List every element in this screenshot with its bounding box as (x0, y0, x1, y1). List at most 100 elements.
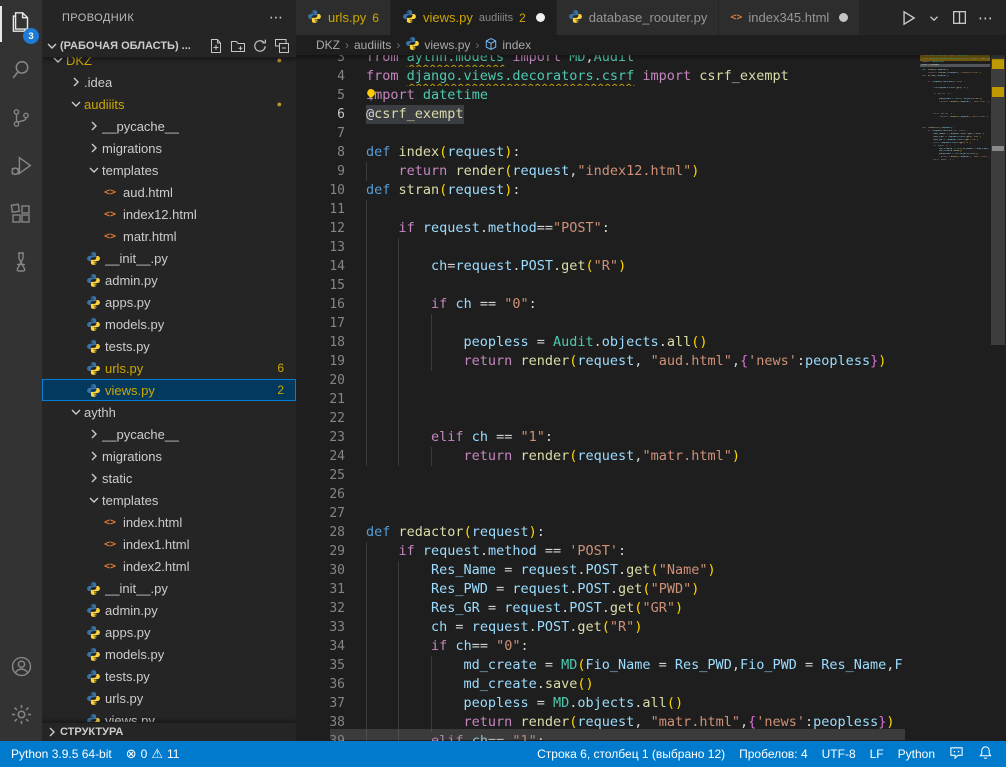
tree-item-templates[interactable]: templates (42, 489, 296, 511)
code-line-31[interactable]: 31 Res_PWD = request.POST.get("PWD") (296, 580, 920, 599)
status-cursor-position[interactable]: Строка 6, столбец 1 (выбрано 12) (530, 741, 732, 767)
code-line-37[interactable]: 37 peopless = MD.objects.all() (296, 694, 920, 713)
tree-item-admin.py[interactable]: admin.py (42, 269, 296, 291)
tree-item-views.py[interactable]: views.py (42, 709, 296, 722)
breadcrumb-item-index[interactable]: index (484, 37, 531, 54)
tree-item-.idea[interactable]: .idea (42, 71, 296, 93)
tree-item-__pycache__[interactable]: __pycache__ (42, 423, 296, 445)
code-line-3[interactable]: 3from aythh.models import MD,Audit (296, 55, 920, 67)
code-line-34[interactable]: 34 if ch== "0": (296, 637, 920, 656)
code-line-24[interactable]: 24 return render(request,"matr.html") (296, 447, 920, 466)
activity-testing[interactable] (0, 240, 42, 288)
code-line-14[interactable]: 14 ch=request.POST.get("R") (296, 257, 920, 276)
activity-search[interactable] (0, 48, 42, 96)
code-line-16[interactable]: 16 if ch == "0": (296, 295, 920, 314)
code-line-18[interactable]: 18 peopless = Audit.objects.all() (296, 333, 920, 352)
tree-item-__init__.py[interactable]: __init__.py (42, 247, 296, 269)
activity-settings[interactable] (0, 693, 42, 741)
code-line-35[interactable]: 35 md_create = MD(Fio_Name = Res_PWD,Fio… (296, 656, 920, 675)
code-line-17[interactable]: 17 (296, 314, 920, 333)
tree-item-static[interactable]: static (42, 467, 296, 489)
new-folder-icon[interactable] (230, 38, 246, 54)
code-line-30[interactable]: 30 Res_Name = request.POST.get("Name") (296, 561, 920, 580)
tree-item-urls.py[interactable]: urls.py (42, 687, 296, 709)
activity-run-debug[interactable] (0, 144, 42, 192)
breadcrumb-item-DKZ[interactable]: DKZ (316, 38, 340, 52)
tree-item-tests.py[interactable]: tests.py (42, 335, 296, 357)
tree-item-index.html[interactable]: <>index.html (42, 511, 296, 533)
more-actions-icon[interactable]: ⋯ (269, 9, 284, 26)
workspace-section-header[interactable]: (РАБОЧАЯ ОБЛАСТЬ) ... (42, 35, 296, 57)
code-line-26[interactable]: 26 (296, 485, 920, 504)
tree-item-__init__.py[interactable]: __init__.py (42, 577, 296, 599)
status-problems[interactable]: ⊗0⚠11 (119, 741, 187, 767)
code-line-36[interactable]: 36 md_create.save() (296, 675, 920, 694)
chevron-down-icon[interactable] (927, 11, 941, 25)
tree-item-urls.py[interactable]: urls.py6 (42, 357, 296, 379)
activity-source-control[interactable] (0, 96, 42, 144)
breadcrumb-item-views.py[interactable]: views.py (405, 36, 470, 54)
code-line-22[interactable]: 22 (296, 409, 920, 428)
tab-views.py[interactable]: views.pyaudiiits2 (391, 0, 557, 35)
code-line-6[interactable]: 6@csrf_exempt (296, 105, 920, 124)
code-line-25[interactable]: 25 (296, 466, 920, 485)
tree-item-audiiits[interactable]: audiiits● (42, 93, 296, 115)
code-line-20[interactable]: 20 (296, 371, 920, 390)
code-line-12[interactable]: 12 if request.method=="POST": (296, 219, 920, 238)
split-editor-icon[interactable] (951, 9, 968, 26)
scrollbar-thumb[interactable] (330, 729, 905, 740)
tree-item-migrations[interactable]: migrations (42, 445, 296, 467)
more-actions-icon[interactable]: ⋯ (978, 9, 994, 27)
tab-database_roouter.py[interactable]: database_roouter.py (557, 0, 720, 35)
activity-explorer[interactable]: 3 (0, 0, 42, 48)
code-line-28[interactable]: 28def redactor(request): (296, 523, 920, 542)
code-line-4[interactable]: 4from django.views.decorators.csrf impor… (296, 67, 920, 86)
code-line-29[interactable]: 29 if request.method == 'POST': (296, 542, 920, 561)
status-indentation[interactable]: Пробелов: 4 (732, 741, 815, 767)
vertical-scrollbar[interactable] (990, 55, 1006, 741)
tree-item-index2.html[interactable]: <>index2.html (42, 555, 296, 577)
horizontal-scrollbar[interactable] (296, 729, 920, 740)
dirty-indicator-icon[interactable] (536, 13, 545, 22)
scrollbar-thumb[interactable] (991, 55, 1005, 345)
tree-item-__pycache__[interactable]: __pycache__ (42, 115, 296, 137)
status-feedback[interactable] (942, 741, 971, 767)
outline-section-header[interactable]: СТРУКТУРА (42, 722, 296, 741)
tree-item-tests.py[interactable]: tests.py (42, 665, 296, 687)
tree-item-aud.html[interactable]: <>aud.html (42, 181, 296, 203)
code-line-23[interactable]: 23 elif ch == "1": (296, 428, 920, 447)
status-python-interpreter[interactable]: Python 3.9.5 64-bit (4, 741, 119, 767)
tree-item-matr.html[interactable]: <>matr.html (42, 225, 296, 247)
code-line-13[interactable]: 13 (296, 238, 920, 257)
tree-item-models.py[interactable]: models.py (42, 643, 296, 665)
minimap[interactable]: from aythh.models import MD,Auditfrom dj… (920, 55, 990, 741)
tree-item-aythh[interactable]: aythh (42, 401, 296, 423)
dirty-indicator-icon[interactable] (839, 13, 848, 22)
code-line-7[interactable]: 7 (296, 124, 920, 143)
code-line-32[interactable]: 32 Res_GR = request.POST.get("GR") (296, 599, 920, 618)
code-line-11[interactable]: 11 (296, 200, 920, 219)
tab-index345.html[interactable]: <>index345.html (719, 0, 860, 35)
code-line-15[interactable]: 15 (296, 276, 920, 295)
tree-item-apps.py[interactable]: apps.py (42, 621, 296, 643)
breadcrumb-item-audiiits[interactable]: audiiits (354, 38, 391, 52)
lightbulb-icon[interactable] (364, 88, 378, 105)
status-eol[interactable]: LF (863, 741, 891, 767)
activity-extensions[interactable] (0, 192, 42, 240)
status-encoding[interactable]: UTF-8 (815, 741, 863, 767)
code-line-21[interactable]: 21 (296, 390, 920, 409)
tree-item-migrations[interactable]: migrations (42, 137, 296, 159)
tree-item-index1.html[interactable]: <>index1.html (42, 533, 296, 555)
status-language-mode[interactable]: Python (891, 741, 942, 767)
new-file-icon[interactable] (208, 38, 224, 54)
refresh-icon[interactable] (252, 38, 268, 54)
code-line-9[interactable]: 9 return render(request,"index12.html") (296, 162, 920, 181)
tree-item-index12.html[interactable]: <>index12.html (42, 203, 296, 225)
code-line-33[interactable]: 33 ch = request.POST.get("R") (296, 618, 920, 637)
tree-item-DKZ[interactable]: DKZ● (42, 57, 296, 71)
tree-item-templates[interactable]: templates (42, 159, 296, 181)
code-line-10[interactable]: 10def stran(request): (296, 181, 920, 200)
collapse-all-icon[interactable] (274, 38, 290, 54)
status-notifications[interactable] (971, 741, 1000, 767)
activity-account[interactable] (0, 645, 42, 693)
